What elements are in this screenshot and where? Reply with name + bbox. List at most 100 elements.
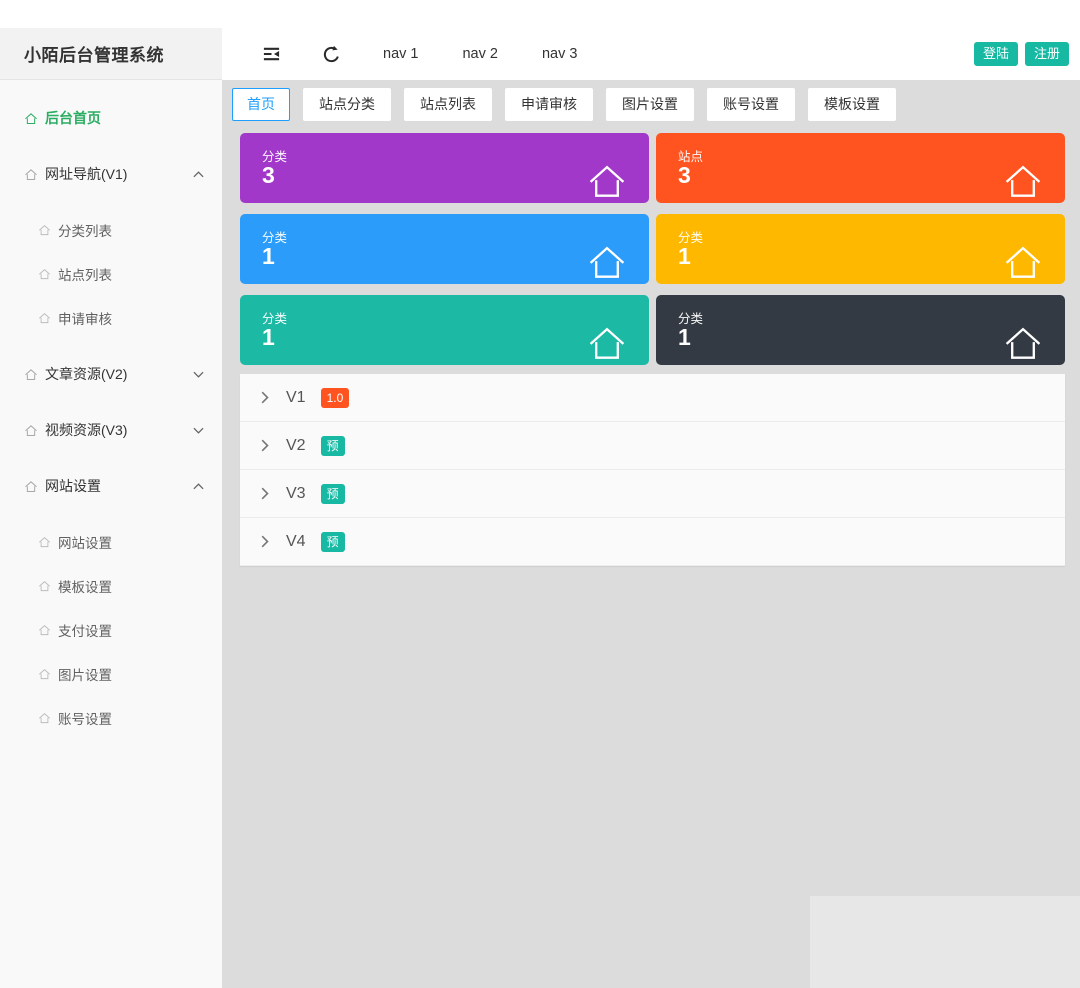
stat-card[interactable]: 站点 3	[656, 133, 1065, 203]
sidebar-subitem[interactable]: 模板设置	[0, 564, 222, 608]
sidebar-subitem[interactable]: 图片设置	[0, 652, 222, 696]
version-row[interactable]: V3 预	[240, 470, 1065, 518]
sidebar-group[interactable]: 网址导航(V1)	[0, 146, 222, 202]
chevron-right-icon	[261, 391, 269, 404]
home-icon	[38, 712, 51, 724]
stat-card[interactable]: 分类 1	[240, 295, 649, 365]
sidebar-group[interactable]: 视频资源(V3)	[0, 402, 222, 458]
home-icon	[38, 536, 51, 548]
watermark	[810, 896, 1080, 988]
version-badge: 1.0	[321, 388, 350, 408]
sidebar: 小陌后台管理系统 后台首页 网址导航(V1)	[0, 28, 222, 988]
stat-card[interactable]: 分类 1	[656, 295, 1065, 365]
top-nav-item[interactable]: nav 1	[383, 46, 418, 62]
home-icon	[24, 424, 38, 437]
login-button[interactable]: 登陆	[974, 42, 1018, 66]
page: 小陌后台管理系统 后台首页 网址导航(V1)	[0, 0, 1080, 988]
version-row[interactable]: V1 1.0	[240, 374, 1065, 422]
card-value: 1	[678, 324, 691, 351]
sidebar-subitem-label: 申请审核	[58, 308, 112, 328]
version-row[interactable]: V2 预	[240, 422, 1065, 470]
top-nav-item[interactable]: nav 2	[462, 46, 497, 62]
sidebar-nav: 后台首页 网址导航(V1) 分类列表 站点列表	[0, 98, 222, 740]
home-icon	[586, 162, 628, 200]
register-button[interactable]: 注册	[1025, 42, 1069, 66]
sidebar-sublist: 分类列表 站点列表 申请审核	[0, 208, 222, 340]
home-icon	[586, 243, 628, 281]
home-icon	[38, 268, 51, 280]
home-icon	[24, 112, 38, 125]
home-icon	[1002, 243, 1044, 281]
stat-card[interactable]: 分类 1	[656, 214, 1065, 284]
sidebar-subitem-label: 支付设置	[58, 620, 112, 640]
sidebar-subitem[interactable]: 分类列表	[0, 208, 222, 252]
chevron-icon	[193, 371, 204, 378]
sidebar-item-label: 后台首页	[45, 108, 101, 128]
version-label: V1	[286, 389, 306, 407]
collapse-menu-icon[interactable]	[262, 46, 281, 62]
sidebar-group[interactable]: 网站设置	[0, 458, 222, 514]
tab[interactable]: 申请审核	[505, 88, 593, 121]
sidebar-group[interactable]: 文章资源(V2)	[0, 346, 222, 402]
stat-cards-grid: 分类 3 站点 3 分类 1 分类 1	[240, 133, 1065, 365]
chevron-right-icon	[261, 439, 269, 452]
version-badge: 预	[321, 532, 345, 552]
sidebar-item-home[interactable]: 后台首页	[0, 98, 222, 138]
home-icon	[24, 480, 38, 493]
sidebar-subitem-label: 网站设置	[58, 532, 112, 552]
home-icon	[1002, 162, 1044, 200]
sidebar-subitem-label: 站点列表	[58, 264, 112, 284]
home-icon	[38, 668, 51, 680]
card-value: 3	[262, 162, 275, 189]
app-title: 小陌后台管理系统	[24, 41, 164, 66]
sidebar-group-label: 视频资源(V3)	[45, 420, 127, 440]
sidebar-subitem[interactable]: 网站设置	[0, 520, 222, 564]
topbar: nav 1 nav 2 nav 3 登陆 注册	[222, 28, 1080, 80]
sidebar-subitem[interactable]: 账号设置	[0, 696, 222, 740]
stat-card[interactable]: 分类 1	[240, 214, 649, 284]
home-icon	[24, 168, 38, 181]
chevron-icon	[193, 171, 204, 178]
sidebar-group-label: 文章资源(V2)	[45, 364, 127, 384]
sidebar-subitem[interactable]: 支付设置	[0, 608, 222, 652]
top-nav: nav 1 nav 2 nav 3	[383, 46, 621, 62]
card-value: 1	[262, 243, 275, 270]
sidebar-sublist: 网站设置 模板设置 支付设置 图片设置	[0, 520, 222, 740]
home-icon	[24, 368, 38, 381]
sidebar-group-label: 网站设置	[45, 476, 101, 496]
home-icon	[38, 580, 51, 592]
version-badge: 预	[321, 484, 345, 504]
version-list: V1 1.0 V2 预 V3 预 V4 预	[240, 374, 1065, 566]
tab[interactable]: 站点列表	[404, 88, 492, 121]
sidebar-subitem-label: 账号设置	[58, 708, 112, 728]
sidebar-subitem-label: 图片设置	[58, 664, 112, 684]
version-row[interactable]: V4 预	[240, 518, 1065, 566]
version-badge: 预	[321, 436, 345, 456]
sidebar-group-label: 网址导航(V1)	[45, 164, 127, 184]
tab[interactable]: 模板设置	[808, 88, 896, 121]
tab[interactable]: 站点分类	[303, 88, 391, 121]
version-label: V4	[286, 533, 306, 551]
sidebar-subitem-label: 分类列表	[58, 220, 112, 240]
home-icon	[38, 312, 51, 324]
tab[interactable]: 图片设置	[606, 88, 694, 121]
home-icon	[38, 624, 51, 636]
content-area: 首页站点分类站点列表申请审核图片设置账号设置模板设置 分类 3 站点 3 分类 …	[222, 80, 1080, 988]
sidebar-header: 小陌后台管理系统	[0, 28, 222, 80]
home-icon	[38, 224, 51, 236]
refresh-icon[interactable]	[322, 45, 341, 64]
chevron-right-icon	[261, 487, 269, 500]
card-value: 1	[678, 243, 691, 270]
home-icon	[586, 324, 628, 362]
stat-card[interactable]: 分类 3	[240, 133, 649, 203]
tab-bar: 首页站点分类站点列表申请审核图片设置账号设置模板设置	[232, 88, 1080, 121]
chevron-right-icon	[261, 535, 269, 548]
top-nav-item[interactable]: nav 3	[542, 46, 577, 62]
card-value: 1	[262, 324, 275, 351]
tab-active[interactable]: 首页	[232, 88, 290, 121]
auth-buttons: 登陆 注册	[974, 42, 1069, 66]
tab[interactable]: 账号设置	[707, 88, 795, 121]
sidebar-subitem[interactable]: 申请审核	[0, 296, 222, 340]
chevron-icon	[193, 427, 204, 434]
sidebar-subitem[interactable]: 站点列表	[0, 252, 222, 296]
